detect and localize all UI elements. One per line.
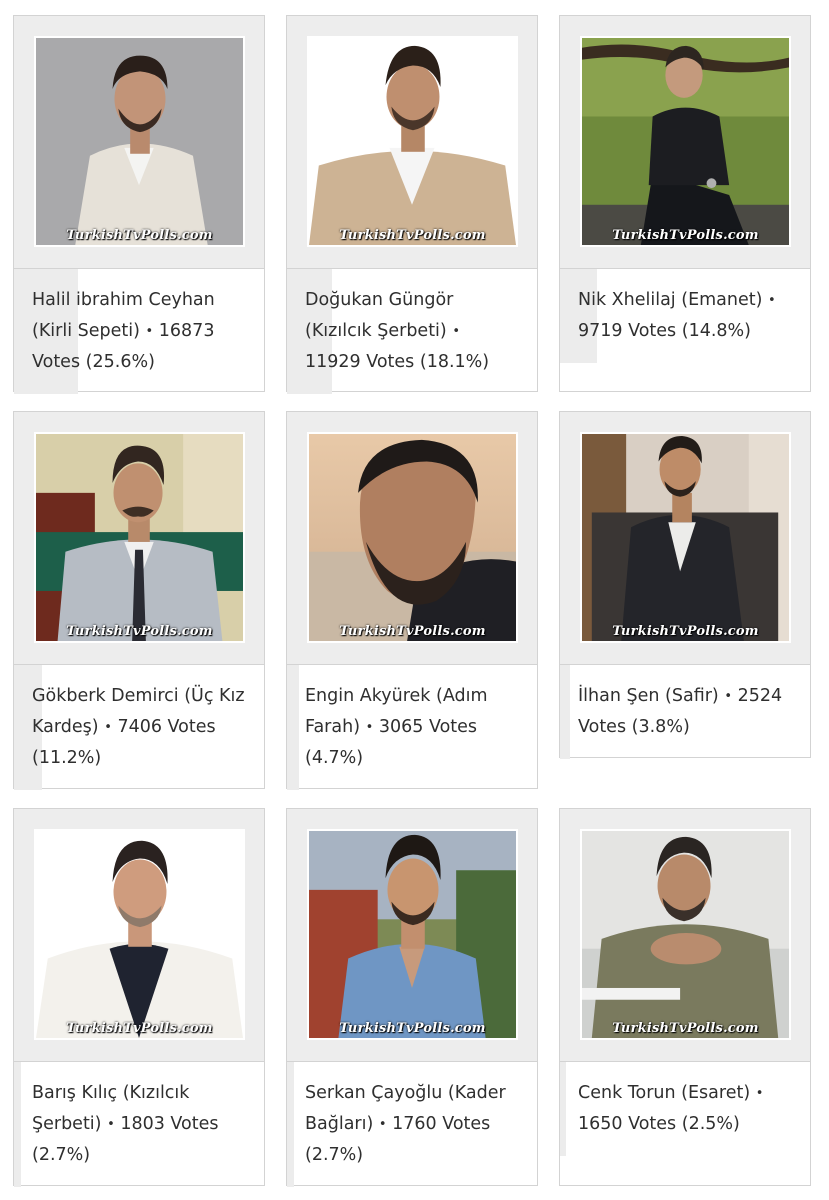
vote-count: 1650 Votes	[578, 1114, 677, 1134]
candidate-photo[interactable]: TurkishTvPolls.com	[34, 829, 245, 1040]
vote-share-bar	[287, 1062, 294, 1187]
candidate-photo[interactable]: TurkishTvPolls.com	[34, 36, 245, 247]
watermark: TurkishTvPolls.com	[66, 228, 213, 243]
candidate-name: Gökberk Demirci	[32, 686, 179, 706]
vote-percentage: (25.6%)	[85, 352, 155, 372]
watermark: TurkishTvPolls.com	[66, 1021, 213, 1036]
vote-share-bar	[287, 665, 299, 790]
vote-percentage: (11.2%)	[32, 748, 102, 768]
candidate-name: Halil ibrahim Ceyhan	[32, 290, 215, 310]
candidate-info: Serkan Çayoğlu (Kader Bağları) • 1760 Vo…	[287, 1062, 537, 1187]
vote-count: 7406 Votes	[117, 717, 216, 737]
candidate-name: Nik Xhelilaj	[578, 290, 676, 310]
show-name: (Kızılcık Şerbeti)	[305, 321, 447, 341]
show-name: (Esaret)	[681, 1083, 751, 1103]
show-name: (Safir)	[665, 686, 719, 706]
separator: •	[365, 720, 374, 735]
candidate-card[interactable]: TurkishTvPolls.com Nik Xhelilaj (Emanet)…	[559, 15, 811, 392]
candidate-card[interactable]: TurkishTvPolls.com Gökberk Demirci (Üç K…	[13, 411, 265, 790]
photo-frame: TurkishTvPolls.com	[287, 412, 537, 665]
separator: •	[755, 1086, 764, 1101]
candidate-photo[interactable]: TurkishTvPolls.com	[580, 829, 791, 1040]
photo-frame: TurkishTvPolls.com	[14, 16, 264, 269]
watermark: TurkishTvPolls.com	[339, 624, 486, 639]
separator: •	[378, 1117, 387, 1132]
candidate-photo[interactable]: TurkishTvPolls.com	[307, 432, 518, 643]
watermark: TurkishTvPolls.com	[339, 1021, 486, 1036]
vote-percentage: (2.7%)	[305, 1145, 364, 1165]
candidate-info: İlhan Şen (Safir) • 2524 Votes (3.8%)	[560, 665, 810, 759]
vote-count: 3065 Votes	[378, 717, 478, 737]
candidate-card[interactable]: TurkishTvPolls.com İlhan Şen (Safir) • 2…	[559, 411, 811, 759]
candidate-name: Cenk Torun	[578, 1083, 676, 1103]
photo-frame: TurkishTvPolls.com	[560, 412, 810, 665]
vote-share-bar	[14, 1062, 21, 1187]
candidate-info: Doğukan Güngör (Kızılcık Şerbeti) • 1192…	[287, 269, 537, 394]
separator: •	[724, 689, 733, 704]
vote-count: 9719 Votes	[578, 321, 677, 341]
candidate-photo[interactable]: TurkishTvPolls.com	[580, 432, 791, 643]
watermark: TurkishTvPolls.com	[339, 228, 486, 243]
watermark: TurkishTvPolls.com	[66, 624, 213, 639]
candidate-card[interactable]: TurkishTvPolls.com Halil ibrahim Ceyhan …	[13, 15, 265, 394]
candidate-info: Halil ibrahim Ceyhan (Kirli Sepeti) • 16…	[14, 269, 264, 394]
show-name: (Kirli Sepeti)	[32, 321, 140, 341]
photo-frame: TurkishTvPolls.com	[14, 809, 264, 1062]
separator: •	[452, 324, 461, 339]
watermark: TurkishTvPolls.com	[612, 1021, 759, 1036]
candidate-name: Barış Kılıç	[32, 1083, 118, 1103]
photo-frame: TurkishTvPolls.com	[287, 809, 537, 1062]
vote-percentage: (3.8%)	[631, 717, 690, 737]
watermark: TurkishTvPolls.com	[612, 228, 759, 243]
vote-count: 1760 Votes	[392, 1114, 491, 1134]
candidate-info: Nik Xhelilaj (Emanet) • 9719 Votes (14.8…	[560, 269, 810, 363]
photo-frame: TurkishTvPolls.com	[560, 16, 810, 269]
separator: •	[145, 324, 154, 339]
candidate-card[interactable]: TurkishTvPolls.com Barış Kılıç (Kızılcık…	[13, 808, 265, 1187]
vote-percentage: (14.8%)	[681, 321, 751, 341]
candidate-card[interactable]: TurkishTvPolls.com Engin Akyürek (Adım F…	[286, 411, 538, 790]
vote-percentage: (18.1%)	[419, 352, 490, 372]
candidate-card[interactable]: TurkishTvPolls.com Cenk Torun (Esaret) •…	[559, 808, 811, 1186]
candidate-card[interactable]: TurkishTvPolls.com Doğukan Güngör (Kızıl…	[286, 15, 538, 394]
watermark: TurkishTvPolls.com	[612, 624, 759, 639]
candidate-photo[interactable]: TurkishTvPolls.com	[307, 829, 518, 1040]
candidate-name: Serkan Çayoğlu	[305, 1083, 443, 1103]
vote-share-bar	[560, 665, 570, 759]
separator: •	[768, 293, 776, 308]
candidate-photo[interactable]: TurkishTvPolls.com	[307, 36, 518, 247]
vote-count: 11929 Votes	[305, 352, 415, 372]
photo-frame: TurkishTvPolls.com	[287, 16, 537, 269]
candidate-name: Doğukan Güngör	[305, 290, 454, 310]
candidate-info: Cenk Torun (Esaret) • 1650 Votes (2.5%)	[560, 1062, 810, 1156]
candidate-photo[interactable]: TurkishTvPolls.com	[34, 432, 245, 643]
vote-percentage: (2.7%)	[32, 1145, 91, 1165]
vote-share-bar	[560, 1062, 567, 1156]
vote-percentage: (4.7%)	[305, 748, 364, 768]
photo-frame: TurkishTvPolls.com	[560, 809, 810, 1062]
candidate-name: Engin Akyürek	[305, 686, 431, 706]
candidate-info: Gökberk Demirci (Üç Kız Kardeş) • 7406 V…	[14, 665, 264, 790]
separator: •	[104, 720, 112, 735]
photo-frame: TurkishTvPolls.com	[14, 412, 264, 665]
candidate-card[interactable]: TurkishTvPolls.com Serkan Çayoğlu (Kader…	[286, 808, 538, 1187]
candidate-info: Engin Akyürek (Adım Farah) • 3065 Votes …	[287, 665, 537, 790]
candidate-name: İlhan Şen	[578, 686, 660, 706]
show-name: (Emanet)	[681, 290, 763, 310]
vote-count: 1803 Votes	[120, 1114, 219, 1134]
vote-percentage: (2.5%)	[681, 1114, 740, 1134]
candidate-info: Barış Kılıç (Kızılcık Şerbeti) • 1803 Vo…	[14, 1062, 264, 1187]
candidate-photo[interactable]: TurkishTvPolls.com	[580, 36, 791, 247]
separator: •	[107, 1117, 115, 1132]
